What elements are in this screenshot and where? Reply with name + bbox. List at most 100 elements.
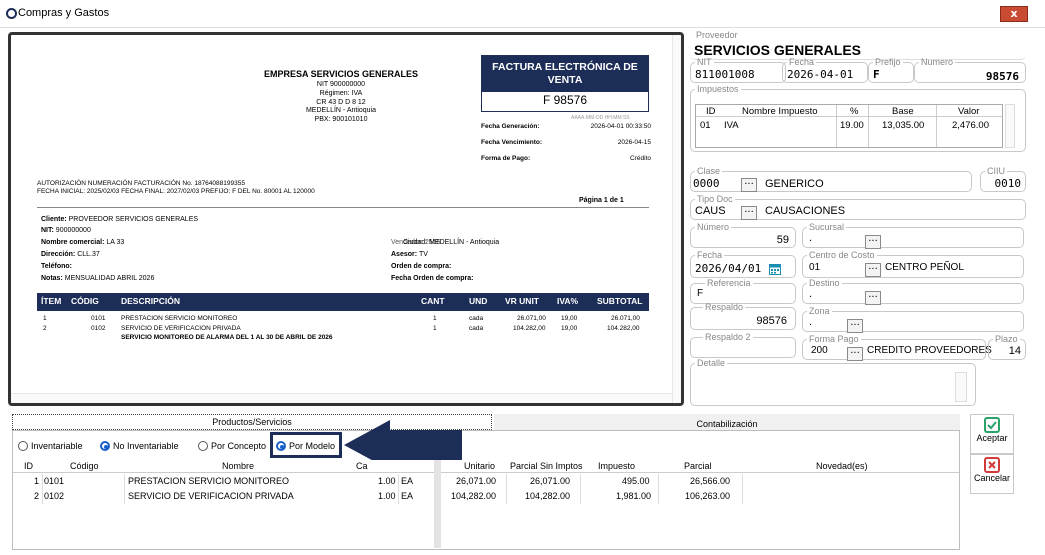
grid-row-1-parcial: 26,566.00 [690,476,731,486]
grid-row-1-impuesto: 495.00 [622,476,650,486]
fecha-orden-label: Fecha Orden de compra: [391,275,474,282]
radio-no-inventariable[interactable]: No Inventariable [100,441,179,451]
fecha-generacion-label: Fecha Generación: [481,123,540,130]
tipo-doc-lookup-button[interactable]: ... [741,205,757,220]
aceptar-button[interactable]: Aceptar [970,414,1014,454]
grid-divider [42,474,43,504]
invoice-preview[interactable]: EMPRESA SERVICIOS GENERALES NIT 90000000… [8,32,684,406]
grid-row-1-codigo[interactable]: 0101 [44,476,64,486]
invoice-title-box: FACTURA ELECTRÓNICA DE VENTA F 98576 [481,55,649,112]
grid-col-codigo: Código [70,461,99,471]
fecha-doc-field[interactable]: Fecha 2026/04/01 [690,250,796,278]
centro-costo-field[interactable]: Centro de Costo 01 ... CENTRO PEÑOL [802,250,1024,278]
respaldo2-label: Respaldo 2 [705,332,751,342]
item-und: cada [469,325,484,332]
grid-divider [936,105,937,147]
item-iva: 19,00 [561,325,578,332]
grid-col-id: ID [24,461,33,471]
destino-field[interactable]: Destino . ... [802,278,1024,305]
centro-costo-label: Centro de Costo [809,250,875,260]
impuestos-col-id: ID [706,106,716,117]
forma-pago-name: CREDITO PROVEEDORES [867,345,992,356]
radio-por-modelo[interactable]: Por Modelo [276,441,335,451]
grid-row-2-codigo[interactable]: 0102 [44,491,64,501]
ciiu-label: CIIU [987,166,1005,176]
clase-lookup-button[interactable]: ... [741,177,757,192]
ciiu-field[interactable]: CIIU 0010 [980,166,1026,192]
forma-pago-code: 200 [811,345,828,356]
grid-row-1-nombre[interactable]: PRESTACION SERVICIO MONITOREO [128,476,289,486]
cancelar-button[interactable]: Cancelar [970,454,1014,494]
col-codigo: CÓDIG [71,296,99,306]
detalle-scrollbar[interactable] [955,372,967,402]
sucursal-field[interactable]: Sucursal . ... [802,222,1024,249]
clase-code: 0000 [693,177,720,190]
fecha-field[interactable]: Fecha 2026-04-01 [782,57,868,83]
radio-inventariable[interactable]: Inventariable [18,441,83,451]
grid-row-2-unitario[interactable]: 104,282.00 [451,491,496,501]
grid-row-1-unitario[interactable]: 26,071.00 [456,476,496,486]
nit-row: NIT: 900000000 [41,227,91,234]
grid-splitter[interactable] [434,460,441,548]
grid-row-2-nombre[interactable]: SERVICIO DE VERIFICACION PRIVADA [128,491,294,501]
preview-horizontal-scrollbar[interactable] [11,393,672,403]
impuestos-col-valor: Valor [958,106,980,117]
impuestos-scrollbar[interactable] [1005,104,1015,148]
respaldo-field[interactable]: Respaldo 98576 [690,302,796,330]
radio-circle-selected [276,441,286,451]
forma-pago-field[interactable]: Forma Pago 200 ... CREDITO PROVEEDORES [802,334,992,361]
destino-label: Destino [809,278,840,288]
zona-lookup-button[interactable]: ... [847,318,863,333]
item-iva: 19,00 [561,315,578,322]
grid-divider [836,105,837,147]
grid-row-2-parcial-sin: 104,282.00 [525,491,571,501]
grid-divider [124,474,125,504]
direccion-label: Dirección: [41,251,76,258]
items-note: SERVICIO MONITOREO DE ALARMA DEL 1 AL 30… [121,334,333,341]
item-subtotal: 26.071,00 [611,315,640,322]
referencia-field[interactable]: Referencia F [690,278,796,304]
respaldo2-field[interactable]: Respaldo 2 [690,332,796,358]
forma-pago-form-label: Forma Pago [809,334,859,344]
item-code: 0101 [91,315,106,322]
impuestos-grid[interactable]: ID Nombre Impuesto % Base Valor 01 IVA 1… [695,104,1003,148]
nit-label: NIT [697,57,712,67]
clase-field[interactable]: Clase 0000 ... GENERICO [690,166,972,192]
nit-field[interactable]: NIT 811001008 [690,57,786,83]
tipo-doc-field[interactable]: Tipo Doc CAUS ... CAUSACIONES [690,194,1026,220]
grid-col-unitario: Unitario [464,461,496,471]
invoice-item-row: 1 0101 PRESTACION SERVICIO MONITOREO 1 c… [37,315,649,323]
detalle-field[interactable]: Detalle [690,358,976,406]
impuesto-base: 13,035.00 [882,120,925,131]
close-window-button[interactable]: x [1000,6,1028,22]
proveedor-field[interactable]: Proveedor SERVICIOS GENERALES [690,30,1026,60]
zona-field[interactable]: Zona . ... [802,306,1024,333]
item-und: cada [469,315,484,322]
clase-name: GENERICO [765,178,824,190]
impuestos-label: Impuestos [697,84,739,94]
radio-por-concepto[interactable]: Por Concepto [198,441,266,451]
destino-lookup-button[interactable]: ... [865,290,881,305]
asesor-value: TV [419,251,428,258]
numero-doc-field[interactable]: Número 59 [690,222,796,248]
item-vr-unit: 26.071,00 [517,315,546,322]
preview-vertical-scrollbar[interactable] [672,35,681,403]
numero-label: Numero [921,57,954,67]
grid-divider [506,474,507,504]
cliente-value: PROVEEDOR SERVICIOS GENERALES [68,216,199,223]
numero-field[interactable]: Numero 98576 [914,57,1026,83]
col-cant: CANT [421,296,445,306]
forma-pago-label: Forma de Pago: [481,155,531,162]
title-bar: Compras y Gastos x [0,0,1045,28]
grid-row-1-cant[interactable]: 1.00 [378,476,396,486]
plazo-field[interactable]: Plazo 14 [988,334,1026,360]
telefono-label: Teléfono: [41,263,72,270]
nombre-comercial-value: LA 33 [106,239,125,246]
grid-row-2-cant[interactable]: 1.00 [378,491,396,501]
grid-row-2-id: 2 [34,491,40,501]
calendar-icon[interactable] [769,263,781,275]
check-icon [984,417,1000,433]
prefijo-field[interactable]: Prefijo F [868,57,914,83]
centro-costo-lookup-button[interactable]: ... [865,262,881,277]
sucursal-lookup-button[interactable]: ... [865,234,881,249]
